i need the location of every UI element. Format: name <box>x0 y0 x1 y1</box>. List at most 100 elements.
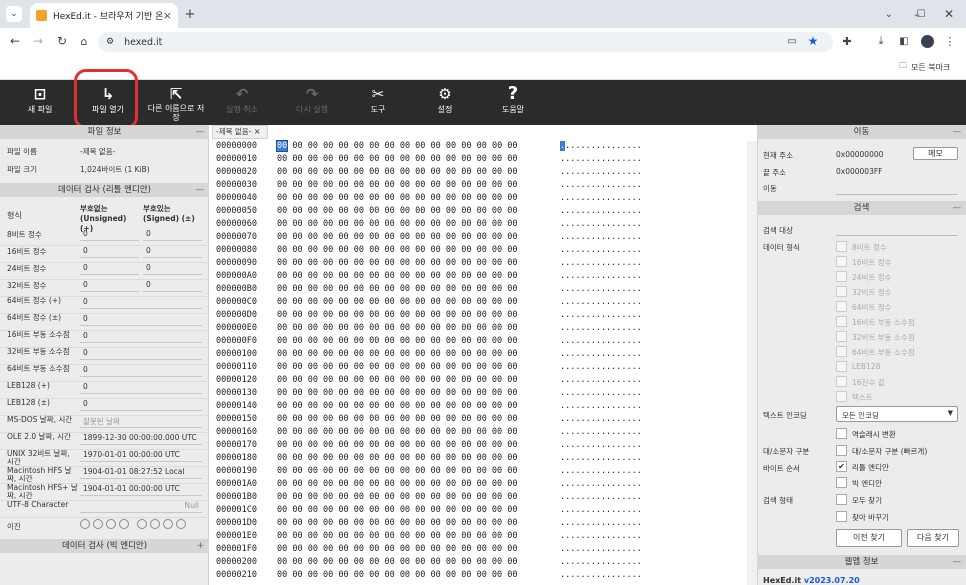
bit-indicator[interactable] <box>93 519 103 529</box>
hex-bytes-row[interactable]: 00 00 00 00 00 00 00 00 00 00 00 00 00 0… <box>277 297 518 308</box>
install-app-icon[interactable]: ▭ <box>785 34 799 48</box>
inspector-value[interactable]: 0 <box>80 297 202 309</box>
selected-byte[interactable]: 00 <box>275 140 289 152</box>
file-info-header[interactable]: 파일 정보 — <box>0 125 209 139</box>
hex-bytes-row[interactable]: 00 00 00 00 00 00 00 00 00 00 00 00 00 0… <box>277 375 518 386</box>
ascii-row[interactable]: ................ <box>560 284 642 295</box>
hex-bytes-row[interactable]: 00 00 00 00 00 00 00 00 00 00 00 00 00 0… <box>277 323 518 334</box>
ascii-row[interactable]: ................ <box>560 531 642 542</box>
ascii-row[interactable]: ................ <box>560 297 642 308</box>
hex-bytes-row[interactable]: 00 00 00 00 00 00 00 00 00 00 00 00 00 0… <box>277 388 518 399</box>
data-type-checkbox[interactable] <box>836 286 847 297</box>
new-file-button[interactable]: ⊡ 새 파일 <box>22 84 58 122</box>
goto-header[interactable]: 이동 — <box>757 125 966 139</box>
inspector-value[interactable]: 1899-12-30 00:00:00.000 UTC <box>80 433 202 445</box>
close-icon[interactable]: × <box>254 127 261 136</box>
bit-indicator[interactable] <box>176 519 186 529</box>
hex-bytes-row[interactable]: 00 00 00 00 00 00 00 00 00 00 00 00 00 0… <box>277 271 518 282</box>
inspector-value[interactable]: 잘못된 날짜 <box>80 416 202 428</box>
tab-list-icon[interactable]: ⌄ <box>6 6 22 22</box>
find-all-checkbox[interactable] <box>836 494 847 505</box>
ascii-row[interactable]: ................ <box>560 466 642 477</box>
hex-bytes-row[interactable]: 00 00 00 00 00 00 00 00 00 00 00 00 00 0… <box>277 245 518 256</box>
hex-bytes-row[interactable]: 00 00 00 00 00 00 00 00 00 00 00 00 00 0… <box>277 557 518 568</box>
maximize-icon[interactable]: ☐ <box>914 5 928 23</box>
find-next-button[interactable]: 다음 찾기 <box>907 529 959 547</box>
browser-tab[interactable]: HexEd.it - 브라우저 기반 온오 × <box>30 3 178 28</box>
hex-bytes-row[interactable]: 00 00 00 00 00 00 00 00 00 00 00 00 00 0… <box>277 349 518 360</box>
bookmark-star-icon[interactable]: ★ <box>806 34 820 48</box>
collapse-icon[interactable]: — <box>196 125 205 139</box>
collapse-icon[interactable]: — <box>953 555 962 569</box>
tools-button[interactable]: ✂ 도구 <box>365 84 391 122</box>
ascii-row[interactable]: ................ <box>560 245 642 256</box>
ascii-row[interactable]: ................ <box>560 232 642 243</box>
inspector-value[interactable]: Null <box>80 501 202 513</box>
bit-indicator[interactable] <box>119 519 129 529</box>
inspector-value[interactable]: 1904-01-01 00:00:00 UTC <box>80 484 202 496</box>
inspector-value[interactable]: 0 <box>80 314 202 326</box>
extensions-icon[interactable]: ✚ <box>840 34 854 48</box>
inspector-value[interactable]: 1904-01-01 08:27:52 Local <box>80 467 202 479</box>
ascii-row[interactable]: ................ <box>560 453 642 464</box>
hex-bytes-row[interactable]: 00 00 00 00 00 00 00 00 00 00 00 00 00 0… <box>277 492 518 503</box>
hex-bytes-row[interactable]: 00 00 00 00 00 00 00 00 00 00 00 00 00 0… <box>277 453 518 464</box>
ascii-row[interactable]: ................ <box>560 336 642 347</box>
find-previous-button[interactable]: 이전 찾기 <box>836 529 902 547</box>
ascii-rest[interactable]: ............... <box>565 141 642 151</box>
hex-bytes-row[interactable]: 00 00 00 00 00 00 00 00 00 00 00 00 00 0… <box>277 414 518 425</box>
menu-icon[interactable]: ⋮ <box>945 34 956 48</box>
collapse-icon[interactable]: — <box>953 125 962 139</box>
collapse-icon[interactable]: — <box>953 201 962 215</box>
ascii-row[interactable]: ................ <box>560 388 642 399</box>
signed-value[interactable]: 0 <box>143 229 202 241</box>
signed-value[interactable]: 0 <box>143 280 202 292</box>
hex-bytes-row[interactable]: 00 00 00 00 00 00 00 00 00 00 00 00 00 0… <box>277 505 518 516</box>
inspector-value[interactable]: 0 <box>80 331 202 343</box>
ascii-row[interactable]: ................ <box>560 167 642 178</box>
hex-bytes-rest[interactable]: 00 00 00 00 00 00 00 00 00 00 00 00 00 0… <box>287 141 517 151</box>
hex-bytes-row[interactable]: 00 00 00 00 00 00 00 00 00 00 00 00 00 0… <box>277 479 518 490</box>
data-type-checkbox[interactable] <box>836 316 847 327</box>
data-type-checkbox[interactable] <box>836 346 847 357</box>
hex-bytes-row[interactable]: 00 00 00 00 00 00 00 00 00 00 00 00 00 0… <box>277 466 518 477</box>
hex-bytes-row[interactable]: 00 00 00 00 00 00 00 00 00 00 00 00 00 0… <box>277 180 518 191</box>
hex-bytes-row[interactable]: 00 00 00 00 00 00 00 00 00 00 00 00 00 0… <box>277 336 518 347</box>
ascii-row[interactable]: ................ <box>560 414 642 425</box>
search-input[interactable] <box>836 224 958 236</box>
bit-indicator[interactable] <box>150 519 160 529</box>
all-bookmarks[interactable]: 🗀 모든 북마크 <box>899 60 950 74</box>
inspector-value[interactable]: 0 <box>80 399 202 411</box>
hex-scrollbar[interactable] <box>747 141 757 585</box>
memo-button[interactable]: 메모 <box>913 147 958 160</box>
help-button[interactable]: ? 도움말 <box>496 84 530 122</box>
big-endian-checkbox[interactable] <box>836 477 847 488</box>
undo-button[interactable]: ↶ 실행 취소 <box>222 84 262 122</box>
ascii-row[interactable]: ................ <box>560 518 642 529</box>
encoding-select[interactable]: 모든 인코딩 ▼ <box>836 406 958 422</box>
home-icon[interactable]: ⌂ <box>77 34 91 48</box>
side-panel-icon[interactable]: ◧ <box>897 34 911 48</box>
data-type-checkbox[interactable] <box>836 301 847 312</box>
ascii-row[interactable]: ................ <box>560 427 642 438</box>
ascii-row[interactable]: ................ <box>560 505 642 516</box>
ascii-row[interactable]: ................ <box>560 570 642 581</box>
hex-bytes-row[interactable]: 00 00 00 00 00 00 00 00 00 00 00 00 00 0… <box>277 427 518 438</box>
hex-bytes-row[interactable]: 00 00 00 00 00 00 00 00 00 00 00 00 00 0… <box>277 167 518 178</box>
ascii-row[interactable]: ................ <box>560 323 642 334</box>
hex-bytes-row[interactable]: 00 00 00 00 00 00 00 00 00 00 00 00 00 0… <box>277 544 518 555</box>
bit-indicator[interactable] <box>80 519 90 529</box>
ascii-row[interactable]: ................ <box>560 401 642 412</box>
inspector-value[interactable]: 0 <box>80 348 202 360</box>
data-type-checkbox[interactable] <box>836 241 847 252</box>
profile-avatar[interactable] <box>921 35 934 48</box>
find-replace-checkbox[interactable] <box>836 511 847 522</box>
hex-bytes-row[interactable]: 00 00 00 00 00 00 00 00 00 00 00 00 00 0… <box>277 219 518 230</box>
ascii-row[interactable]: ................ <box>560 180 642 191</box>
hex-bytes-row[interactable]: 00 00 00 00 00 00 00 00 00 00 00 00 00 0… <box>277 206 518 217</box>
data-type-checkbox[interactable] <box>836 271 847 282</box>
collapse-icon[interactable]: — <box>196 183 205 197</box>
bit-indicator[interactable] <box>163 519 173 529</box>
ascii-row[interactable]: ................ <box>560 271 642 282</box>
little-endian-checkbox[interactable]: ✔ <box>836 461 847 472</box>
